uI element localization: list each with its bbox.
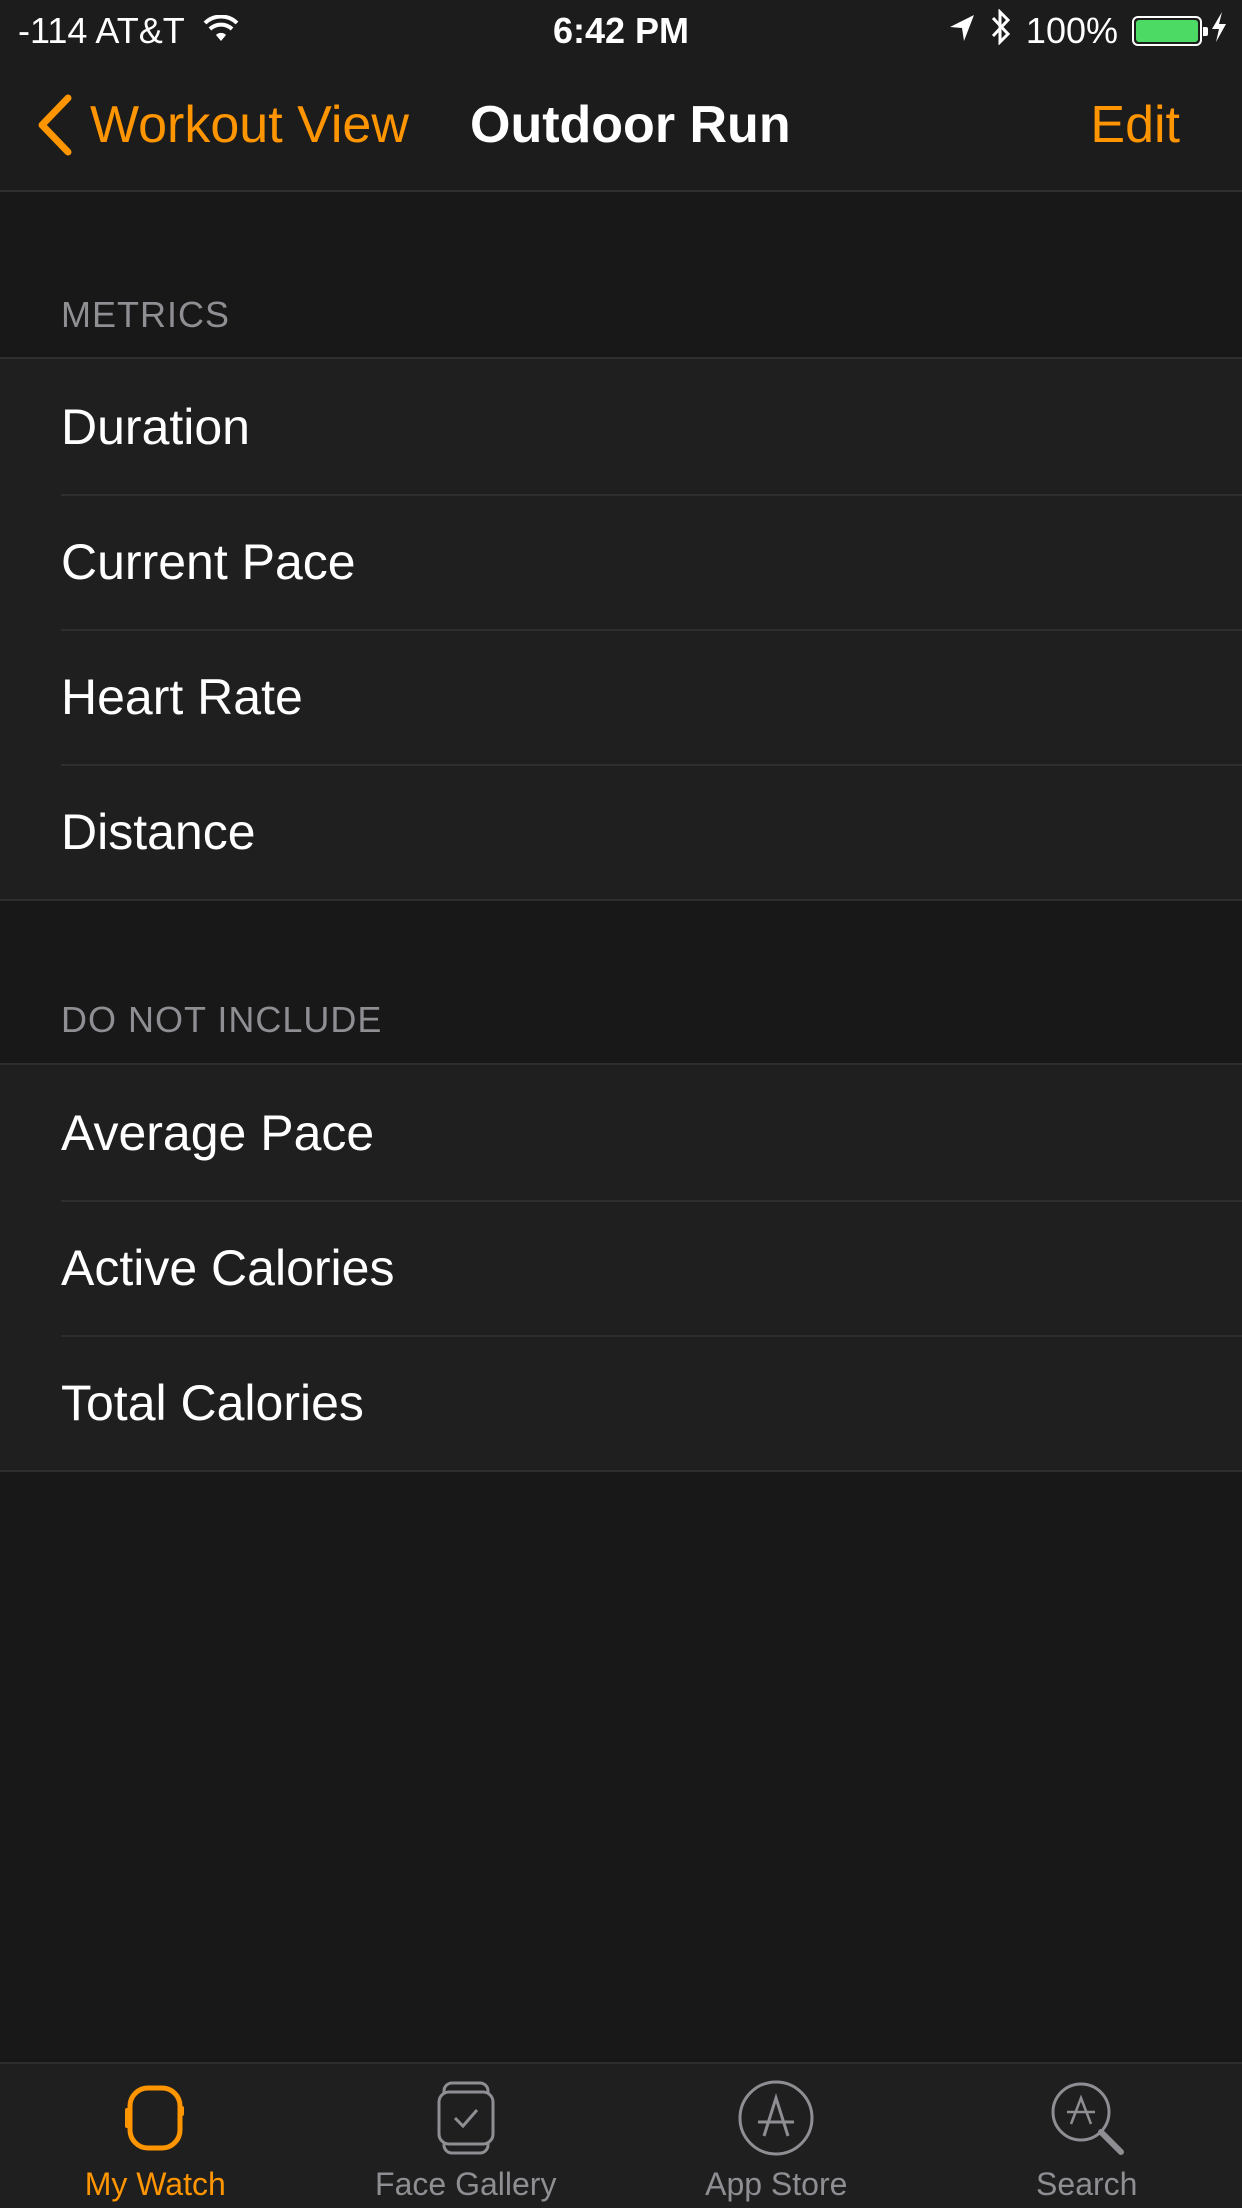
tab-label-my-watch: My Watch [84, 2166, 226, 2202]
tab-label-app-store: App Store [705, 2166, 848, 2202]
tab-app-store[interactable]: App Store [621, 2064, 932, 2208]
back-button-label: Workout View [90, 96, 409, 154]
app-store-icon [736, 2078, 816, 2158]
charging-bolt-icon [1210, 10, 1228, 52]
back-button[interactable]: Workout View [36, 90, 409, 160]
navigation-bar: Workout View Outdoor Run Edit [0, 62, 1242, 192]
location-arrow-icon [948, 10, 976, 52]
page: -114 AT&T 6:42 PM 100% Workout View Outd… [0, 0, 1242, 2208]
search-icon [1047, 2078, 1127, 2158]
bluetooth-icon [990, 7, 1012, 54]
metric-row-distance[interactable]: Distance [0, 764, 1242, 899]
tab-search[interactable]: Search [932, 2064, 1242, 2208]
edit-button[interactable]: Edit [1090, 90, 1180, 160]
battery-icon [1132, 16, 1208, 46]
chevron-left-icon [38, 94, 72, 156]
watch-icon [115, 2078, 195, 2158]
section-header-do-not-include: DO NOT INCLUDE [61, 999, 383, 1040]
page-title: Outdoor Run [470, 96, 791, 154]
excluded-row-average-pace[interactable]: Average Pace [0, 1065, 1242, 1200]
battery-fill [1136, 20, 1198, 42]
status-right: 100% [934, 7, 1228, 54]
status-bar: -114 AT&T 6:42 PM 100% [0, 0, 1242, 62]
excluded-list: Average Pace Active Calories Total Calor… [0, 1063, 1242, 1472]
metric-row-duration[interactable]: Duration [0, 359, 1242, 494]
face-gallery-icon [426, 2078, 506, 2158]
tab-bar: My Watch Face Gallery App Store Search [0, 2062, 1242, 2208]
battery-nub [1203, 27, 1208, 36]
tab-face-gallery[interactable]: Face Gallery [311, 2064, 622, 2208]
battery-percent: 100% [1025, 10, 1118, 51]
metric-row-current-pace[interactable]: Current Pace [0, 494, 1242, 629]
excluded-row-total-calories[interactable]: Total Calories [0, 1335, 1242, 1470]
tab-my-watch[interactable]: My Watch [0, 2064, 311, 2208]
metric-row-heart-rate[interactable]: Heart Rate [0, 629, 1242, 764]
excluded-row-active-calories[interactable]: Active Calories [0, 1200, 1242, 1335]
tab-label-face-gallery: Face Gallery [375, 2166, 557, 2202]
section-header-metrics: METRICS [61, 294, 230, 335]
tab-label-search: Search [1036, 2166, 1138, 2202]
metrics-list: Duration Current Pace Heart Rate Distanc… [0, 357, 1242, 901]
